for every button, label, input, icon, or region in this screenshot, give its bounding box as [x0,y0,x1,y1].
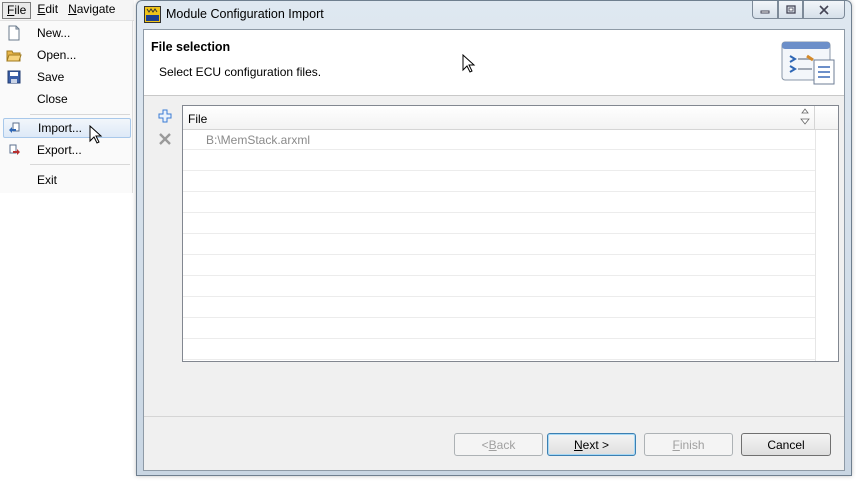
remove-file-button[interactable] [157,131,173,147]
menu-item-label: Export... [37,143,82,157]
menu-item-label: Close [37,92,68,106]
finish-button[interactable]: Finish [644,433,733,456]
menu-file[interactable]: File [2,1,32,19]
table-row-empty [183,277,815,297]
open-folder-icon [6,47,22,63]
menu-bar: File Edit Navigate [0,0,134,21]
maximize-icon [785,4,796,14]
import-dialog-window: Module Configuration Import File selecti… [136,0,852,476]
menu-item-close[interactable]: Close [3,89,131,109]
mouse-cursor-icon [462,54,476,73]
menu-edit[interactable]: Edit [33,2,62,19]
minimize-button[interactable] [752,1,778,19]
table-row-empty [183,172,815,192]
cfg-app-icon [144,6,161,23]
page-description: Select ECU configuration files. [159,65,322,79]
next-button[interactable]: Next > [547,433,636,456]
add-file-button[interactable] [157,108,173,124]
menu-item-label: Open... [37,48,77,62]
table-row-empty [183,298,815,318]
table-row[interactable]: B:\MemStack.arxml [183,130,815,150]
file-menu-dropdown: New... Open... Save Close Import... Expo… [0,21,133,193]
dialog-client-area: File selection Select ECU configuration … [143,29,845,471]
menu-separator [30,164,130,165]
remove-x-icon [159,133,171,145]
column-divider [815,130,816,361]
maximize-button[interactable] [778,1,803,19]
menu-separator [30,114,130,115]
column-label: File [188,112,208,126]
menu-item-save[interactable]: Save [3,67,131,87]
minimize-icon [760,10,770,13]
menu-item-import[interactable]: Import... [3,118,131,138]
new-document-icon [6,25,22,41]
file-path-cell: B:\MemStack.arxml [206,133,311,147]
close-icon [819,4,829,15]
menu-item-export[interactable]: Export... [3,140,131,160]
back-button[interactable]: < Back [454,433,543,456]
menu-item-label: Import... [38,121,83,135]
menu-item-new[interactable]: New... [3,23,131,43]
file-table: File B:\MemStack.arxml [182,105,839,362]
table-action-buttons [157,108,173,154]
table-row-empty [183,151,815,171]
table-row-empty [183,193,815,213]
sort-filter-icon [800,108,810,125]
page-title: File selection [151,40,231,54]
dialog-titlebar[interactable]: Module Configuration Import [137,1,851,29]
wizard-banner-icon [781,41,835,85]
export-icon [6,142,22,158]
menu-item-open[interactable]: Open... [3,45,131,65]
import-icon [7,120,23,136]
mouse-cursor-icon [89,125,103,144]
menu-navigate[interactable]: Navigate [64,2,119,19]
cancel-button[interactable]: Cancel [741,433,831,456]
table-row-empty [183,256,815,276]
menu-item-label: Exit [37,173,58,187]
table-row-empty [183,235,815,255]
menu-item-exit[interactable]: Exit [3,170,131,190]
save-disk-icon [6,69,22,85]
menu-item-label: New... [37,26,71,40]
table-row-empty [183,340,815,360]
button-bar-separator [144,416,844,417]
table-header: File [183,106,838,130]
plus-icon [158,109,172,123]
close-window-button[interactable] [803,1,845,19]
menu-item-label: Save [37,70,65,84]
column-header-file[interactable]: File [183,106,815,129]
wizard-header: File selection Select ECU configuration … [144,30,844,96]
dialog-title: Module Configuration Import [166,7,324,21]
table-row-empty [183,319,815,339]
table-row-empty [183,214,815,234]
